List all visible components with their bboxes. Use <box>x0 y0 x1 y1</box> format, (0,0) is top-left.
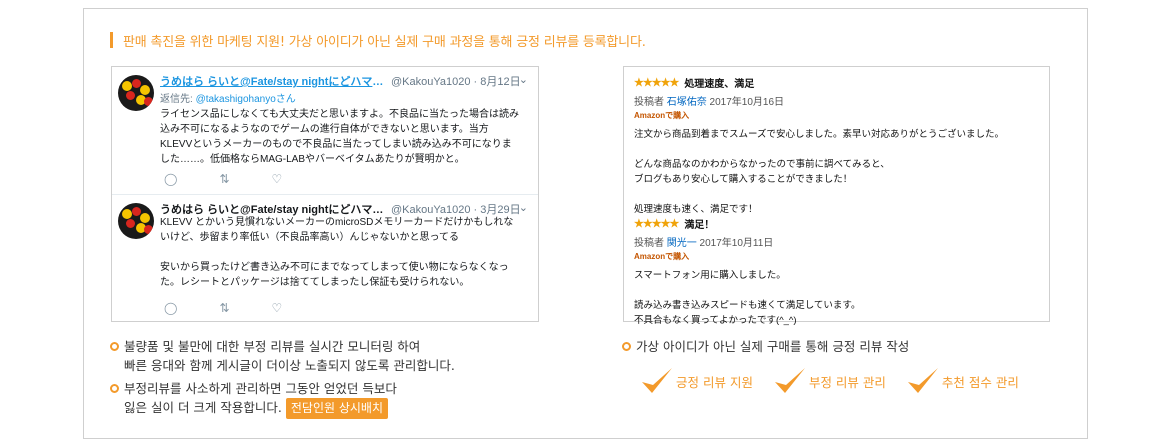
star-rating-icon: ★★★★★ <box>634 77 679 89</box>
headline-text: 판매 촉진을 위한 마케팅 지원! 가상 아이디가 아닌 실제 구매 과정을 통… <box>123 34 646 50</box>
check-label: 추천 점수 관리 <box>941 374 1019 390</box>
retweet-icon[interactable]: ⇅ <box>219 301 229 315</box>
tweet-author-name[interactable]: うめはら らいと@Fate/stay nightにどハマり... <box>160 73 385 89</box>
review-title-row: ★★★★★ 満足！ <box>634 216 1039 231</box>
tweet: うめはら らいと@Fate/stay nightにどハマり... @KakouY… <box>112 195 538 321</box>
bullet-text: 가상 아이디가 아닌 실제 구매를 통해 긍정 리뷰 작성 <box>636 339 910 354</box>
reply-icon[interactable]: ◯ <box>164 172 177 186</box>
reply-icon[interactable]: ◯ <box>164 301 177 315</box>
bullet-ring-icon <box>622 342 631 351</box>
meta-prefix: 投稿者 <box>634 97 667 108</box>
chevron-down-icon[interactable]: ⌄ <box>519 201 528 214</box>
star-rating-icon: ★★★★★ <box>634 218 679 230</box>
checkmark-icon <box>642 368 672 393</box>
verified-purchase-badge: Amazonで購入 <box>634 111 690 120</box>
tweet-body: ライセンス品にしなくても大丈夫だと思いますよ。不良品に当たった場合は読み 込み不… <box>160 109 519 165</box>
retweet-icon[interactable]: ⇅ <box>219 172 229 186</box>
review-body: スマートフォン用に購入しました。 読み込み書き込みスピードも速くて満足しています… <box>634 270 861 326</box>
amazon-reviews-screenshot: ★★★★★ 処理速度、満足 投稿者 石塚佑奈 2017年10月16日 Amazo… <box>623 66 1050 326</box>
twitter-screenshot: うめはら らいと@Fate/stay nightにどハマり... @KakouY… <box>111 66 539 322</box>
review: ★★★★★ 処理速度、満足 投稿者 石塚佑奈 2017年10月16日 Amazo… <box>634 75 1039 217</box>
review: ★★★★★ 満足！ 投稿者 関光一 2017年10月11日 Amazonで購入 … <box>634 216 1039 328</box>
bullet-text: 불량품 및 불만에 대한 부정 리뷰를 실시간 모니터링 하여 빠른 응대와 함… <box>124 339 455 373</box>
tweet-header: うめはら らいと@Fate/stay nightにどハマり... @KakouY… <box>160 73 528 89</box>
check-label: 긍정 리뷰 지원 <box>676 374 753 390</box>
review-body: 注文から商品到着までスムーズで安心しました。素早い対応ありがとうございました。 … <box>634 129 1005 215</box>
tweet-handle-date: @KakouYa1020 · 8月12日 <box>391 76 521 88</box>
checkmark-icon <box>774 368 805 393</box>
review-title-row: ★★★★★ 処理速度、満足 <box>634 75 1039 90</box>
left-bullet-list: 불량품 및 불만에 대한 부정 리뷰를 실시간 모니터링 하여 빠른 응대와 함… <box>110 337 455 422</box>
review-title[interactable]: 満足！ <box>684 216 714 231</box>
check-label: 부정 리뷰 관리 <box>808 374 886 390</box>
bullet-ring-icon <box>110 342 119 351</box>
bullet-item: 가상 아이디가 아닌 실제 구매를 통해 긍정 리뷰 작성 <box>622 337 909 356</box>
headline: 판매 촉진을 위한 마케팅 지원! 가상 아이디가 아닌 실제 구매 과정을 통… <box>110 30 646 50</box>
checkmark-icon <box>907 368 938 393</box>
tweet-body: KLEVV とかいう見慣れないメーカーのmicroSDメモリーカードだけかもしれ… <box>160 217 514 288</box>
bullet-item: 불량품 및 불만에 대한 부정 리뷰를 실시간 모니터링 하여 빠른 응대와 함… <box>110 337 455 375</box>
feature-checklist: 긍정 리뷰 지원 부정 리뷰 관리 추천 점수 관리 <box>640 366 1039 396</box>
chevron-down-icon[interactable]: ⌄ <box>519 73 528 86</box>
verified-purchase-badge: Amazonで購入 <box>634 252 690 261</box>
check-item: 부정 리뷰 관리 <box>773 366 886 396</box>
right-bullet-list: 가상 아이디가 아닌 실제 구매를 통해 긍정 리뷰 작성 <box>622 337 909 359</box>
tweet-actions: ◯ ⇅ ♡ <box>164 301 282 315</box>
heart-icon[interactable]: ♡ <box>272 172 283 186</box>
review-author[interactable]: 石塚佑奈 <box>667 97 707 108</box>
review-meta: 投稿者 関光一 2017年10月11日 <box>634 234 1039 249</box>
review-author[interactable]: 関光一 <box>667 238 697 249</box>
tweet-reply-to: 返信先: @takashigohanyoさん <box>160 90 296 105</box>
avatar[interactable] <box>118 203 154 239</box>
tweet-actions: ◯ ⇅ ♡ <box>164 172 282 186</box>
headline-accent-bar <box>110 32 113 48</box>
check-item: 추천 점수 관리 <box>906 366 1019 396</box>
reply-handle[interactable]: @takashigohanyoさん <box>196 94 296 105</box>
avatar[interactable] <box>118 75 154 111</box>
staff-badge: 전담인원 상시배치 <box>285 398 389 419</box>
review-date: 2017年10月16日 <box>706 97 785 108</box>
tweet: うめはら らいと@Fate/stay nightにどハマり... @KakouY… <box>112 67 538 195</box>
bullet-ring-icon <box>110 384 119 393</box>
review-meta: 投稿者 石塚佑奈 2017年10月16日 <box>634 93 1039 108</box>
meta-prefix: 投稿者 <box>634 238 667 249</box>
heart-icon[interactable]: ♡ <box>272 301 283 315</box>
review-date: 2017年10月11日 <box>696 238 774 249</box>
bullet-item: 부정리뷰를 사소하게 관리하면 그동안 얻었던 득보다 잃은 실이 더 크게 작… <box>110 379 455 419</box>
review-title[interactable]: 処理速度、満足 <box>684 75 754 90</box>
reply-prefix: 返信先: <box>160 94 196 105</box>
check-item: 긍정 리뷰 지원 <box>640 366 753 396</box>
